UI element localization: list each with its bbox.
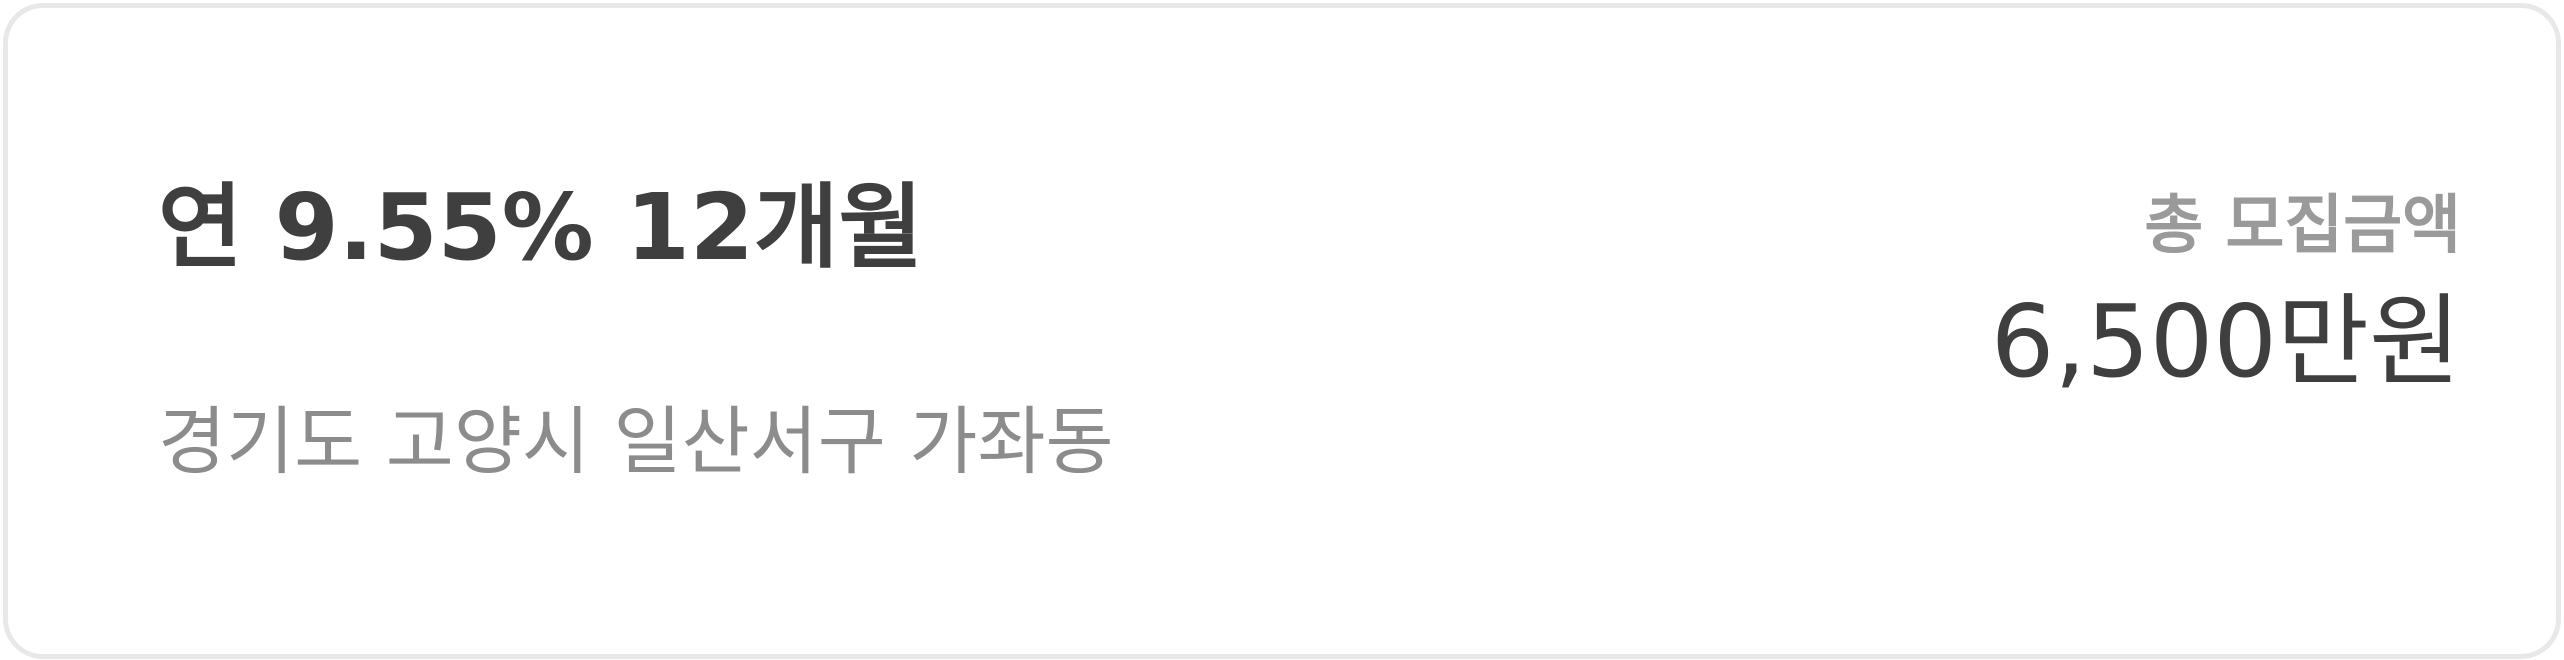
- total-amount-label: 총 모집금액: [2144, 189, 2461, 263]
- total-amount-section: 총 모집금액 6,500만원: [1991, 176, 2461, 402]
- investment-card[interactable]: 연 9.55% 12개월 경기도 고양시 일산서구 가좌동 총 모집금액 6,5…: [3, 3, 2561, 659]
- location-text: 경기도 고양시 일산서구 가좌동: [158, 399, 1114, 485]
- total-amount-value: 6,500만원: [1990, 283, 2461, 400]
- rate-term-title: 연 9.55% 12개월: [158, 174, 924, 281]
